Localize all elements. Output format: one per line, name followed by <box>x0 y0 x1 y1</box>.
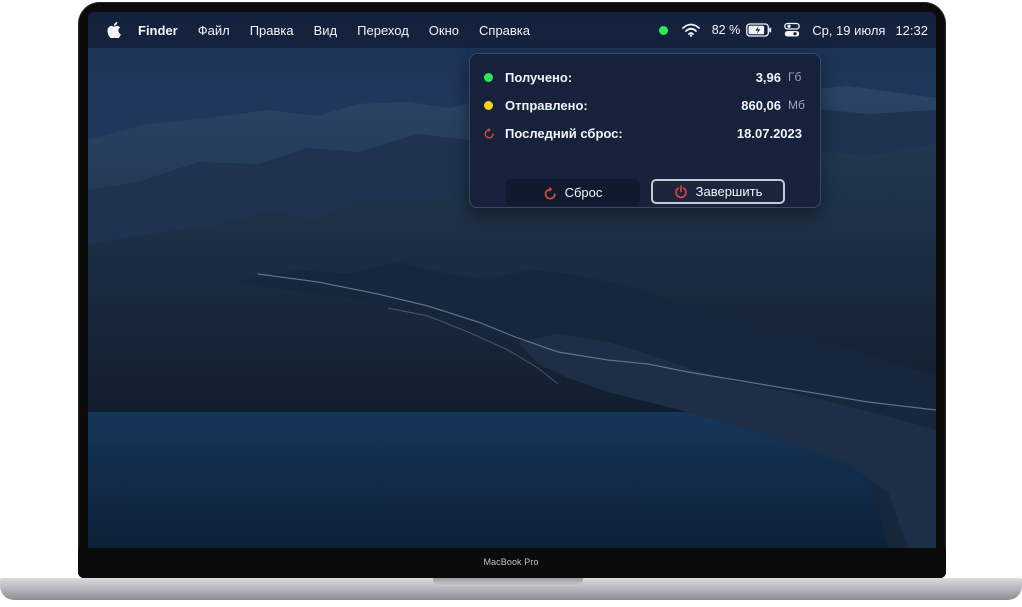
menu-file[interactable]: Файл <box>198 23 230 38</box>
sent-row: Отправлено: 860,06 Мб <box>484 95 805 115</box>
screen: Finder Файл Правка Вид Переход Окно Спра… <box>88 12 936 548</box>
received-value: 3,96 <box>755 69 781 85</box>
received-dot-icon <box>484 72 493 82</box>
menu-view[interactable]: Вид <box>314 23 338 38</box>
control-center-icon[interactable] <box>784 22 801 38</box>
last-reset-row: Последний сброс: 18.07.2023 <box>484 123 802 143</box>
menu-bar-clock[interactable]: 12:32 <box>895 23 928 38</box>
last-reset-value: 18.07.2023 <box>736 125 802 141</box>
sent-label: Отправлено: <box>505 97 588 113</box>
menu-bar: Finder Файл Правка Вид Переход Окно Спра… <box>88 12 936 48</box>
received-label: Получено: <box>505 69 573 85</box>
menu-window[interactable]: Окно <box>429 23 459 38</box>
reset-button-label: Сброс <box>564 185 603 200</box>
battery-percent[interactable]: 82 % <box>712 23 741 37</box>
wifi-icon[interactable] <box>681 23 700 37</box>
laptop-hinge-notch <box>433 578 583 586</box>
device-brand-label: MacBook Pro <box>483 557 539 567</box>
apple-logo-icon[interactable] <box>104 20 124 40</box>
reset-button[interactable]: Сброс <box>506 179 640 206</box>
power-icon <box>674 184 687 198</box>
quit-button-label: Завершить <box>695 184 763 199</box>
received-row: Получено: 3,96 Гб <box>484 67 802 87</box>
sent-dot-icon <box>484 100 493 110</box>
reset-icon <box>484 127 494 139</box>
menu-help[interactable]: Справка <box>479 23 530 38</box>
sent-unit: Мб <box>788 98 805 112</box>
reset-icon <box>544 186 556 200</box>
menu-go[interactable]: Переход <box>357 23 409 38</box>
sent-value: 860,06 <box>741 97 781 113</box>
battery-charging-icon[interactable] <box>746 23 772 37</box>
menu-app-finder[interactable]: Finder <box>138 23 178 38</box>
traffic-popover: Получено: 3,96 Гб Отправлено: 860,06 Мб … <box>469 53 821 208</box>
quit-button[interactable]: Завершить <box>651 179 785 204</box>
received-unit: Гб <box>788 70 802 84</box>
menu-edit[interactable]: Правка <box>250 23 294 38</box>
last-reset-label: Последний сброс: <box>505 125 623 141</box>
traffic-monitor-status-icon[interactable] <box>658 25 668 35</box>
menu-bar-date[interactable]: Ср, 19 июля <box>812 23 885 38</box>
